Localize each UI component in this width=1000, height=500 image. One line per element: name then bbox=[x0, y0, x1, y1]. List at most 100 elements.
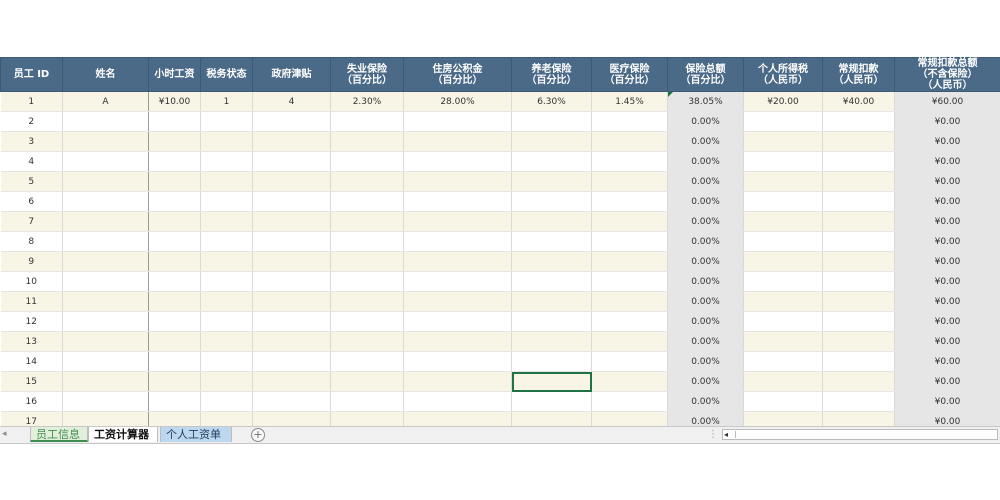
cell-housing[interactable] bbox=[403, 351, 512, 372]
cell-pension[interactable] bbox=[511, 211, 592, 232]
cell-name[interactable] bbox=[62, 311, 149, 332]
cell-name[interactable] bbox=[62, 391, 149, 412]
cell-allow[interactable] bbox=[252, 171, 331, 192]
cell-name[interactable] bbox=[62, 231, 149, 252]
cell-id[interactable]: 11 bbox=[0, 291, 63, 312]
cell-pension[interactable] bbox=[511, 351, 592, 372]
horizontal-scrollbar[interactable]: ◂ bbox=[722, 429, 998, 440]
cell-allow[interactable] bbox=[252, 371, 331, 392]
cell-unemp[interactable] bbox=[330, 371, 404, 392]
cell-dedtotal[interactable]: ¥0.00 bbox=[894, 251, 1000, 272]
cell-allow[interactable] bbox=[252, 131, 331, 152]
cell-instotal[interactable]: 0.00% bbox=[667, 351, 744, 372]
cell-name[interactable] bbox=[62, 111, 149, 132]
cell-medical[interactable] bbox=[591, 271, 668, 292]
sheet-tab-pay-slip[interactable]: 个人工资单 bbox=[160, 427, 232, 442]
cell-pension[interactable] bbox=[511, 111, 592, 132]
cell-wage[interactable] bbox=[148, 331, 201, 352]
cell-dedtotal[interactable]: ¥0.00 bbox=[894, 131, 1000, 152]
cell-id[interactable]: 16 bbox=[0, 391, 63, 412]
cell-unemp[interactable] bbox=[330, 251, 404, 272]
cell-id[interactable]: 6 bbox=[0, 191, 63, 212]
cell-wage[interactable] bbox=[148, 211, 201, 232]
cell-itax[interactable] bbox=[743, 191, 823, 212]
cell-unemp[interactable] bbox=[330, 231, 404, 252]
cell-unemp[interactable] bbox=[330, 271, 404, 292]
column-header-allow[interactable]: 政府津贴 bbox=[252, 57, 331, 92]
cell-instotal[interactable]: 0.00% bbox=[667, 111, 744, 132]
cell-id[interactable]: 10 bbox=[0, 271, 63, 292]
cell-tax[interactable] bbox=[200, 251, 253, 272]
cell-itax[interactable] bbox=[743, 211, 823, 232]
cell-allow[interactable] bbox=[252, 411, 331, 426]
cell-instotal[interactable]: 0.00% bbox=[667, 131, 744, 152]
cell-unemp[interactable] bbox=[330, 331, 404, 352]
cell-medical[interactable] bbox=[591, 371, 668, 392]
cell-allow[interactable] bbox=[252, 231, 331, 252]
column-header-instotal[interactable]: 保险总额 （百分比） bbox=[667, 57, 744, 92]
cell-id[interactable]: 14 bbox=[0, 351, 63, 372]
cell-itax[interactable]: ¥20.00 bbox=[743, 91, 823, 112]
column-header-medical[interactable]: 医疗保险 （百分比） bbox=[591, 57, 668, 92]
column-header-wage[interactable]: 小时工资 bbox=[148, 57, 201, 92]
cell-allow[interactable] bbox=[252, 391, 331, 412]
cell-instotal[interactable]: 0.00% bbox=[667, 311, 744, 332]
cell-medical[interactable] bbox=[591, 351, 668, 372]
cell-housing[interactable] bbox=[403, 331, 512, 352]
cell-medical[interactable]: 1.45% bbox=[591, 91, 668, 112]
cell-dedtotal[interactable]: ¥0.00 bbox=[894, 211, 1000, 232]
column-header-dedtotal[interactable]: 常规扣款总额 （不含保险） （人民币） bbox=[894, 57, 1000, 92]
cell-instotal[interactable]: 0.00% bbox=[667, 371, 744, 392]
cell-medical[interactable] bbox=[591, 211, 668, 232]
cell-dedtotal[interactable]: ¥0.00 bbox=[894, 171, 1000, 192]
cell-deduct[interactable] bbox=[822, 171, 895, 192]
cell-deduct[interactable] bbox=[822, 191, 895, 212]
cell-medical[interactable] bbox=[591, 391, 668, 412]
cell-housing[interactable] bbox=[403, 271, 512, 292]
cell-deduct[interactable] bbox=[822, 391, 895, 412]
cell-housing[interactable]: 28.00% bbox=[403, 91, 512, 112]
cell-dedtotal[interactable]: ¥0.00 bbox=[894, 351, 1000, 372]
cell-id[interactable]: 2 bbox=[0, 111, 63, 132]
cell-instotal[interactable]: 0.00% bbox=[667, 171, 744, 192]
cell-tax[interactable]: 1 bbox=[200, 91, 253, 112]
cell-dedtotal[interactable]: ¥0.00 bbox=[894, 391, 1000, 412]
plus-circle-icon[interactable]: + bbox=[251, 428, 265, 442]
cell-id[interactable]: 7 bbox=[0, 211, 63, 232]
cell-medical[interactable] bbox=[591, 171, 668, 192]
cell-deduct[interactable] bbox=[822, 211, 895, 232]
sheet-nav-arrow-icon[interactable]: ◂ bbox=[2, 429, 7, 440]
cell-name[interactable]: A bbox=[62, 91, 149, 112]
cell-pension[interactable] bbox=[511, 191, 592, 212]
cell-name[interactable] bbox=[62, 291, 149, 312]
cell-instotal[interactable]: 0.00% bbox=[667, 191, 744, 212]
cell-wage[interactable] bbox=[148, 311, 201, 332]
cell-id[interactable]: 5 bbox=[0, 171, 63, 192]
cell-housing[interactable] bbox=[403, 151, 512, 172]
cell-itax[interactable] bbox=[743, 351, 823, 372]
cell-instotal[interactable]: 0.00% bbox=[667, 411, 744, 426]
cell-unemp[interactable] bbox=[330, 111, 404, 132]
cell-wage[interactable] bbox=[148, 111, 201, 132]
cell-name[interactable] bbox=[62, 171, 149, 192]
cell-wage[interactable] bbox=[148, 151, 201, 172]
cell-deduct[interactable] bbox=[822, 291, 895, 312]
cell-dedtotal[interactable]: ¥0.00 bbox=[894, 291, 1000, 312]
cell-instotal[interactable]: 0.00% bbox=[667, 331, 744, 352]
cell-itax[interactable] bbox=[743, 371, 823, 392]
cell-name[interactable] bbox=[62, 351, 149, 372]
cell-unemp[interactable] bbox=[330, 131, 404, 152]
cell-id[interactable]: 3 bbox=[0, 131, 63, 152]
cell-deduct[interactable] bbox=[822, 351, 895, 372]
cell-itax[interactable] bbox=[743, 391, 823, 412]
cell-housing[interactable] bbox=[403, 391, 512, 412]
cell-itax[interactable] bbox=[743, 171, 823, 192]
cell-medical[interactable] bbox=[591, 251, 668, 272]
cell-tax[interactable] bbox=[200, 291, 253, 312]
triangle-left-icon[interactable]: ◂ bbox=[724, 430, 728, 439]
cell-housing[interactable] bbox=[403, 211, 512, 232]
cell-wage[interactable] bbox=[148, 291, 201, 312]
cell-housing[interactable] bbox=[403, 251, 512, 272]
cell-instotal[interactable]: 0.00% bbox=[667, 251, 744, 272]
tab-split-handle-icon[interactable]: ⋮ bbox=[708, 429, 718, 440]
